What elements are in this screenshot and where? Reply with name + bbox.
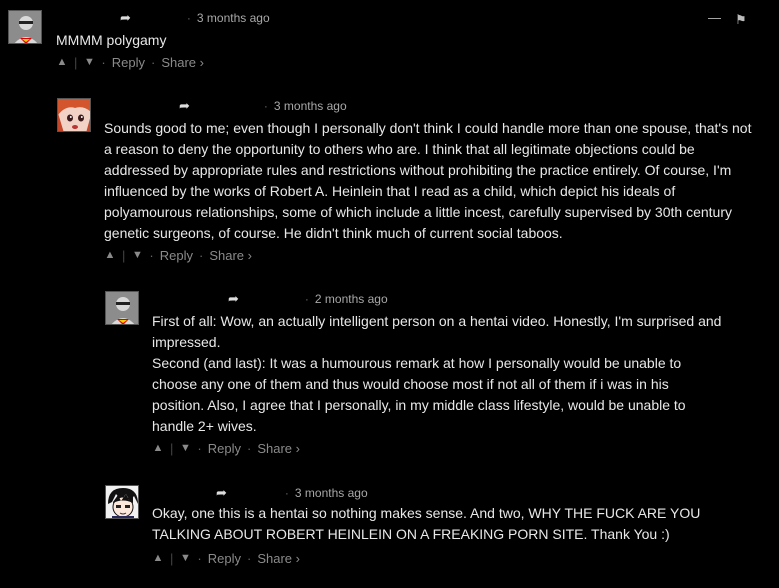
downvote-icon[interactable]: ▼	[179, 442, 191, 454]
comment-paragraph: First of all: Wow, an actually intellige…	[152, 313, 722, 350]
reply-link[interactable]: Reply	[112, 55, 145, 70]
upvote-icon[interactable]: ▲	[56, 56, 68, 68]
reply-link[interactable]: Reply	[208, 551, 241, 566]
share-link[interactable]: Share ›	[161, 55, 204, 70]
anime-boy-avatar-icon	[106, 486, 138, 518]
comment-meta: ➦ · 3 months ago	[216, 485, 368, 501]
separator-dot: ·	[284, 486, 289, 500]
comment-actions: ▲ | ▼ · Reply · Share ›	[152, 440, 300, 456]
superhero-avatar-icon	[106, 292, 138, 324]
separator-dot: ·	[263, 99, 268, 113]
separator-dot: ·	[101, 54, 106, 70]
timestamp[interactable]: 3 months ago	[274, 99, 347, 113]
vote-separator: |	[170, 550, 174, 566]
comment-paragraph: Sounds good to me; even though I persona…	[104, 120, 752, 241]
upvote-icon[interactable]: ▲	[152, 552, 164, 564]
comment-text: Okay, one this is a hentai so nothing ma…	[152, 503, 757, 545]
downvote-icon[interactable]: ▼	[83, 56, 95, 68]
separator-dot: ·	[246, 440, 252, 456]
separator-dot: ·	[186, 11, 191, 25]
comment-meta: ➦ · 2 months ago	[228, 291, 388, 307]
comment-text: First of all: Wow, an actually intellige…	[152, 311, 757, 437]
comment-paragraph: Okay, one this is a hentai so nothing ma…	[152, 505, 701, 542]
comment-paragraph: Second (and last): It was a humourous re…	[152, 355, 686, 434]
vote-separator: |	[74, 54, 78, 70]
anime-girl-avatar-icon	[58, 99, 90, 131]
reply-link[interactable]: Reply	[160, 248, 193, 263]
avatar[interactable]	[57, 98, 91, 132]
separator-dot: ·	[197, 440, 202, 456]
avatar[interactable]	[8, 10, 42, 44]
comment-actions: ▲ | ▼ · Reply · Share ›	[104, 247, 252, 263]
reply-arrow-icon: ➦	[216, 485, 227, 500]
share-link[interactable]: Share ›	[209, 248, 252, 263]
share-link[interactable]: Share ›	[257, 441, 300, 456]
superhero-avatar-icon	[9, 11, 41, 43]
downvote-icon[interactable]: ▼	[179, 552, 191, 564]
separator-dot: ·	[198, 247, 204, 263]
reply-arrow-icon: ➦	[228, 291, 239, 306]
timestamp[interactable]: 3 months ago	[295, 486, 368, 500]
comment-text: Sounds good to me; even though I persona…	[104, 118, 754, 244]
upvote-icon[interactable]: ▲	[104, 249, 116, 261]
flag-icon[interactable]: ⚑	[735, 12, 747, 28]
comment-paragraph: MMMM polygamy	[56, 32, 167, 48]
comment-text: MMMM polygamy	[56, 30, 736, 51]
avatar[interactable]	[105, 291, 139, 325]
separator-dot: ·	[150, 54, 156, 70]
reply-arrow-icon: ➦	[120, 10, 131, 25]
reply-arrow-icon: ➦	[179, 98, 190, 113]
separator-dot: ·	[149, 247, 154, 263]
separator-dot: ·	[197, 550, 202, 566]
downvote-icon[interactable]: ▼	[131, 249, 143, 261]
reply-link[interactable]: Reply	[208, 441, 241, 456]
vote-separator: |	[170, 440, 174, 456]
separator-dot: ·	[246, 550, 252, 566]
avatar[interactable]	[105, 485, 139, 519]
share-link[interactable]: Share ›	[257, 551, 300, 566]
comment-meta: ➦ · 3 months ago	[179, 98, 347, 114]
comment-actions: ▲ | ▼ · Reply · Share ›	[56, 54, 204, 70]
separator-dot: ·	[304, 292, 309, 306]
timestamp[interactable]: 2 months ago	[315, 292, 388, 306]
timestamp[interactable]: 3 months ago	[197, 11, 270, 25]
comment-actions: ▲ | ▼ · Reply · Share ›	[152, 550, 300, 566]
vote-separator: |	[122, 247, 126, 263]
comment-meta: ➦ · 3 months ago	[120, 10, 270, 26]
upvote-icon[interactable]: ▲	[152, 442, 164, 454]
minimize-icon[interactable]: —	[708, 10, 721, 25]
